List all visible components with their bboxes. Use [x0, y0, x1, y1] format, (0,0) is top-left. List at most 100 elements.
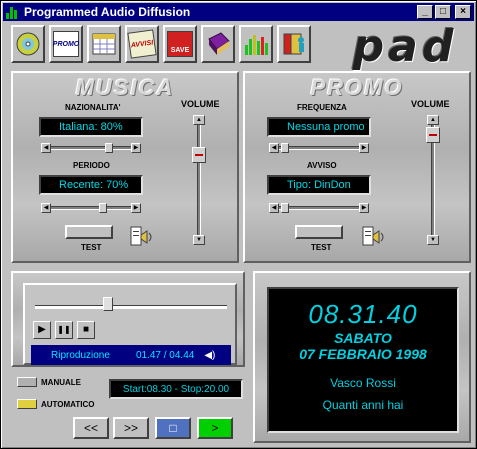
musica-volume-slider[interactable]: ▲ ▼ [191, 115, 207, 245]
pad-logo: pad [341, 21, 469, 72]
promo-test-label: TEST [311, 243, 332, 252]
player-controls: ▶ ❚❚ ■ Riproduzione 01.47 / 04.44 ◀) [23, 283, 237, 365]
musica-header: MUSICA [75, 75, 175, 100]
volume-track[interactable] [426, 125, 440, 235]
slider-thumb[interactable] [105, 143, 113, 153]
speaker-icon[interactable] [361, 225, 389, 249]
clock-panel: 08.31.40 SABATO 07 FEBBRAIO 1998 Vasco R… [253, 271, 471, 443]
save-icon-label: SAVE [170, 47, 190, 54]
exit-button[interactable] [277, 25, 311, 63]
clock-screen: 08.31.40 SABATO 07 FEBBRAIO 1998 Vasco R… [267, 287, 459, 433]
artist: Vasco Rossi [330, 376, 396, 390]
slider-thumb[interactable] [99, 203, 107, 213]
forward-button[interactable]: >> [113, 417, 149, 439]
close-button[interactable]: × [455, 5, 471, 19]
slider-left-arrow[interactable]: ◀ [269, 203, 279, 213]
periodo-label: PERIODO [73, 161, 110, 170]
slider-track[interactable] [279, 143, 359, 153]
title-bar: Programmed Audio Diffusion _ □ × [3, 3, 474, 21]
musica-test-button[interactable] [65, 225, 113, 239]
volume-thumb[interactable] [192, 147, 206, 163]
frequenza-label: FREQUENZA [297, 103, 347, 112]
nazionalita-display: Italiana: 80% [39, 117, 143, 137]
automatico-toggle[interactable] [17, 399, 37, 409]
slider-left-arrow[interactable]: ◀ [41, 143, 51, 153]
equalizer-app-icon [6, 5, 20, 19]
logo-text: pad [352, 20, 458, 72]
promo-panel: PROMO FREQUENZA Nessuna promo ◀ ▶ AVVISO… [243, 71, 471, 263]
slider-left-arrow[interactable]: ◀ [41, 203, 51, 213]
avvisi-button[interactable]: AVVISI [125, 25, 159, 63]
pause-button[interactable]: ❚❚ [55, 321, 73, 339]
book-icon [205, 31, 231, 57]
slider-right-arrow[interactable]: ▶ [359, 143, 369, 153]
clock-date: 07 FEBBRAIO 1998 [299, 346, 427, 362]
slider-left-arrow[interactable]: ◀ [269, 143, 279, 153]
equalizer-button[interactable] [239, 25, 273, 63]
nazionalita-label: NAZIONALITA' [65, 103, 121, 112]
promo-volume-label: VOLUME [411, 99, 450, 109]
window-title: Programmed Audio Diffusion [24, 5, 191, 19]
progress-thumb[interactable] [103, 297, 113, 311]
promo-button[interactable]: PROMO [49, 25, 83, 63]
clock-time: 08.31.40 [308, 299, 418, 329]
promo-icon-label: PROMO [52, 40, 80, 48]
avvisi-icon-label: AVVISI [130, 38, 154, 50]
promo-volume-slider[interactable]: ▲ ▼ [425, 115, 441, 245]
volume-track[interactable] [192, 125, 206, 235]
cd-disc-icon [15, 31, 41, 57]
promo-header: PROMO [310, 75, 404, 100]
periodo-display: Recente: 70% [39, 175, 143, 195]
play-nav-button[interactable]: > [197, 417, 233, 439]
volume-down-arrow[interactable]: ▼ [427, 235, 439, 245]
manuale-label: MANUALE [41, 378, 81, 387]
volume-up-arrow[interactable]: ▲ [427, 115, 439, 125]
minimize-button[interactable]: _ [417, 5, 433, 19]
progress-track[interactable] [35, 305, 227, 309]
app-window: Programmed Audio Diffusion _ □ × PROMO A… [0, 0, 477, 449]
song-title: Quanti anni hai [322, 398, 404, 412]
manuale-toggle[interactable] [17, 377, 37, 387]
musica-panel: MUSICA NAZIONALITA' Italiana: 80% ◀ ▶ PE… [11, 71, 239, 263]
slider-thumb[interactable] [281, 143, 289, 153]
avviso-label: AVVISO [307, 161, 337, 170]
speaker-icon[interactable]: ◀) [204, 350, 215, 361]
save-icon: SAVE [167, 31, 193, 57]
save-button[interactable]: SAVE [163, 25, 197, 63]
exit-door-icon [281, 31, 307, 57]
nazionalita-slider[interactable]: ◀ ▶ [41, 143, 141, 153]
rewind-button[interactable]: << [73, 417, 109, 439]
slider-thumb[interactable] [281, 203, 289, 213]
stop-nav-button[interactable]: □ [155, 417, 191, 439]
speaker-icon[interactable] [129, 225, 157, 249]
maximize-button[interactable]: □ [435, 5, 451, 19]
periodo-slider[interactable]: ◀ ▶ [41, 203, 141, 213]
slider-track[interactable] [279, 203, 359, 213]
calendar-button[interactable] [87, 25, 121, 63]
status-label: Riproduzione [51, 349, 110, 361]
volume-down-arrow[interactable]: ▼ [193, 235, 205, 245]
volume-thumb[interactable] [426, 127, 440, 143]
avvisi-icon: AVVISI [127, 29, 157, 59]
volume-up-arrow[interactable]: ▲ [193, 115, 205, 125]
automatico-label: AUTOMATICO [41, 400, 95, 409]
play-button[interactable]: ▶ [33, 321, 51, 339]
promo-test-button[interactable] [295, 225, 343, 239]
slider-right-arrow[interactable]: ▶ [131, 203, 141, 213]
slider-track[interactable] [51, 143, 131, 153]
slider-right-arrow[interactable]: ▶ [359, 203, 369, 213]
musica-volume-label: VOLUME [181, 99, 220, 109]
slider-right-arrow[interactable]: ▶ [131, 143, 141, 153]
frequenza-slider[interactable]: ◀ ▶ [269, 143, 369, 153]
cd-button[interactable] [11, 25, 45, 63]
book-button[interactable] [201, 25, 235, 63]
avviso-slider[interactable]: ◀ ▶ [269, 203, 369, 213]
schedule-display: Start:08.30 - Stop:20.00 [109, 379, 243, 399]
player-status-bar: Riproduzione 01.47 / 04.44 ◀) [31, 345, 231, 365]
frequenza-display: Nessuna promo [267, 117, 371, 137]
musica-test-label: TEST [81, 243, 102, 252]
slider-track[interactable] [51, 203, 131, 213]
time-display: 01.47 / 04.44 [135, 349, 195, 361]
clock-day: SABATO [334, 330, 392, 346]
stop-button[interactable]: ■ [77, 321, 95, 339]
